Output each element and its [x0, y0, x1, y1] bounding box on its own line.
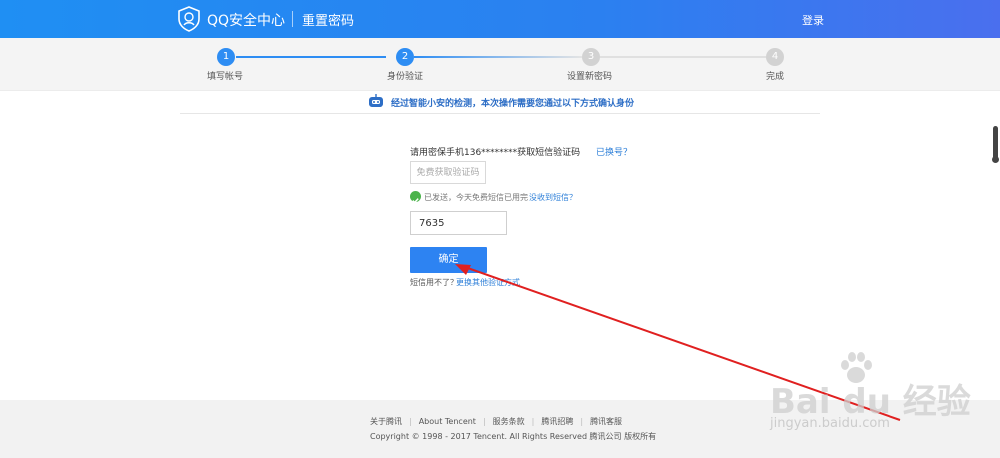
scrollbar-thumb[interactable]: [993, 126, 998, 160]
alt-method-prefix: 短信用不了？: [410, 278, 458, 287]
step-4-circle: 4: [766, 48, 784, 66]
verification-notice: 经过智能小安的检测，本次操作需要您通过以下方式确认身份: [391, 99, 635, 109]
step-1-label: 填写帐号: [207, 72, 244, 82]
content-divider: [180, 113, 820, 114]
robot-assistant-icon: [369, 94, 383, 107]
step-connector-3: [600, 56, 766, 58]
scrollbar-knob[interactable]: [992, 156, 999, 163]
footer-link-terms[interactable]: 服务条款: [493, 417, 525, 426]
step-2-circle: 2: [396, 48, 414, 66]
step-connector-2: [414, 56, 582, 58]
step-connector-1: [236, 56, 386, 58]
confirm-button[interactable]: 确定: [410, 247, 487, 273]
progress-steps: 1 2 3 4 填写帐号 身份验证 设置新密码 完成: [0, 38, 1000, 91]
top-header: QQ安全中心 重置密码 登录: [0, 0, 1000, 38]
footer-separator: |: [580, 417, 584, 426]
copyright-text: Copyright © 1998 - 2017 Tencent. All Rig…: [370, 432, 657, 441]
footer-separator: |: [482, 417, 486, 426]
page-subtitle: 重置密码: [302, 14, 355, 29]
watermark-url: jingyan.baidu.com: [770, 416, 890, 431]
brand-divider: [292, 11, 293, 27]
verification-code-input[interactable]: [410, 211, 507, 235]
alt-method-link[interactable]: 更换其他验证方式: [456, 277, 520, 288]
step-1-circle: 1: [217, 48, 235, 66]
footer-separator: |: [409, 417, 412, 426]
not-received-link[interactable]: 没收到短信？: [529, 192, 577, 203]
footer-links: 关于腾讯 | About Tencent | 服务条款 | 腾讯招聘 | 腾讯客服: [370, 416, 622, 427]
footer-link-about-en[interactable]: About Tencent: [419, 417, 476, 426]
get-code-button[interactable]: 免费获取验证码: [410, 161, 486, 184]
step-4-label: 完成: [766, 72, 785, 82]
footer-link-support[interactable]: 腾讯客服: [590, 417, 622, 426]
changed-number-link[interactable]: 已换号？: [596, 145, 632, 158]
qq-shield-logo-icon: [178, 6, 200, 32]
brand-title[interactable]: QQ安全中心: [207, 10, 285, 30]
login-link[interactable]: 登录: [802, 12, 824, 28]
footer-link-jobs[interactable]: 腾讯招聘: [541, 417, 573, 426]
footer-link-about[interactable]: 关于腾讯: [370, 417, 402, 426]
step-3-circle: 3: [582, 48, 600, 66]
footer-separator: |: [531, 417, 535, 426]
step-3-label: 设置新密码: [567, 72, 613, 82]
step-2-label: 身份验证: [387, 72, 424, 82]
check-circle-icon: [410, 191, 421, 204]
sms-sent-status: 已发送，今天免费短信已用完: [424, 193, 528, 202]
sms-prompt: 请用密保手机136********获取短信验证码: [410, 148, 581, 158]
